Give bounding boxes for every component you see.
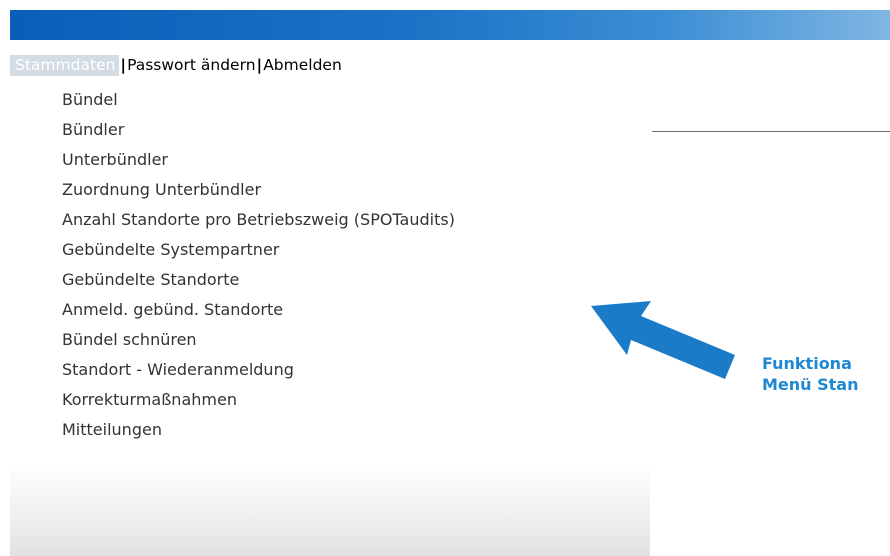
menu-item-zuordnung-unterbuendler[interactable]: Zuordnung Unterbündler — [62, 175, 455, 205]
menu-item-anzahl-standorte[interactable]: Anzahl Standorte pro Betriebszweig (SPOT… — [62, 205, 455, 235]
menu-item-gebuendelte-standorte[interactable]: Gebündelte Standorte — [62, 265, 455, 295]
nav-separator: | — [120, 56, 127, 74]
top-band — [0, 0, 890, 10]
top-navigation: Stammdaten | Passwort ändern | Abmelden — [10, 53, 342, 77]
annotation-line-2: Menü Stan — [762, 375, 859, 394]
menu-item-mitteilungen[interactable]: Mitteilungen — [62, 415, 455, 445]
menu-item-buendel-schnueren[interactable]: Bündel schnüren — [62, 325, 455, 355]
stammdaten-menu: Bündel Bündler Unterbündler Zuordnung Un… — [62, 85, 455, 445]
menu-item-unterbuendler[interactable]: Unterbündler — [62, 145, 455, 175]
nav-separator: | — [256, 56, 263, 74]
header-bar — [10, 10, 890, 40]
menu-item-buendel[interactable]: Bündel — [62, 85, 455, 115]
annotation-line-1: Funktiona — [762, 354, 852, 373]
menu-item-buendler[interactable]: Bündler — [62, 115, 455, 145]
nav-stammdaten[interactable]: Stammdaten — [10, 54, 120, 76]
menu-item-standort-wiederanmeldung[interactable]: Standort - Wiederanmeldung — [62, 355, 455, 385]
menu-item-gebuendelte-systempartner[interactable]: Gebündelte Systempartner — [62, 235, 455, 265]
menu-item-korrekturmassnahmen[interactable]: Korrekturmaßnahmen — [62, 385, 455, 415]
nav-passwort-aendern[interactable]: Passwort ändern — [127, 56, 255, 74]
menu-item-anmeld-gebuend-standorte[interactable]: Anmeld. gebünd. Standorte — [62, 295, 455, 325]
divider-line — [652, 131, 890, 132]
nav-abmelden[interactable]: Abmelden — [263, 56, 342, 74]
annotation-text: Funktiona Menü Stan — [762, 353, 858, 395]
